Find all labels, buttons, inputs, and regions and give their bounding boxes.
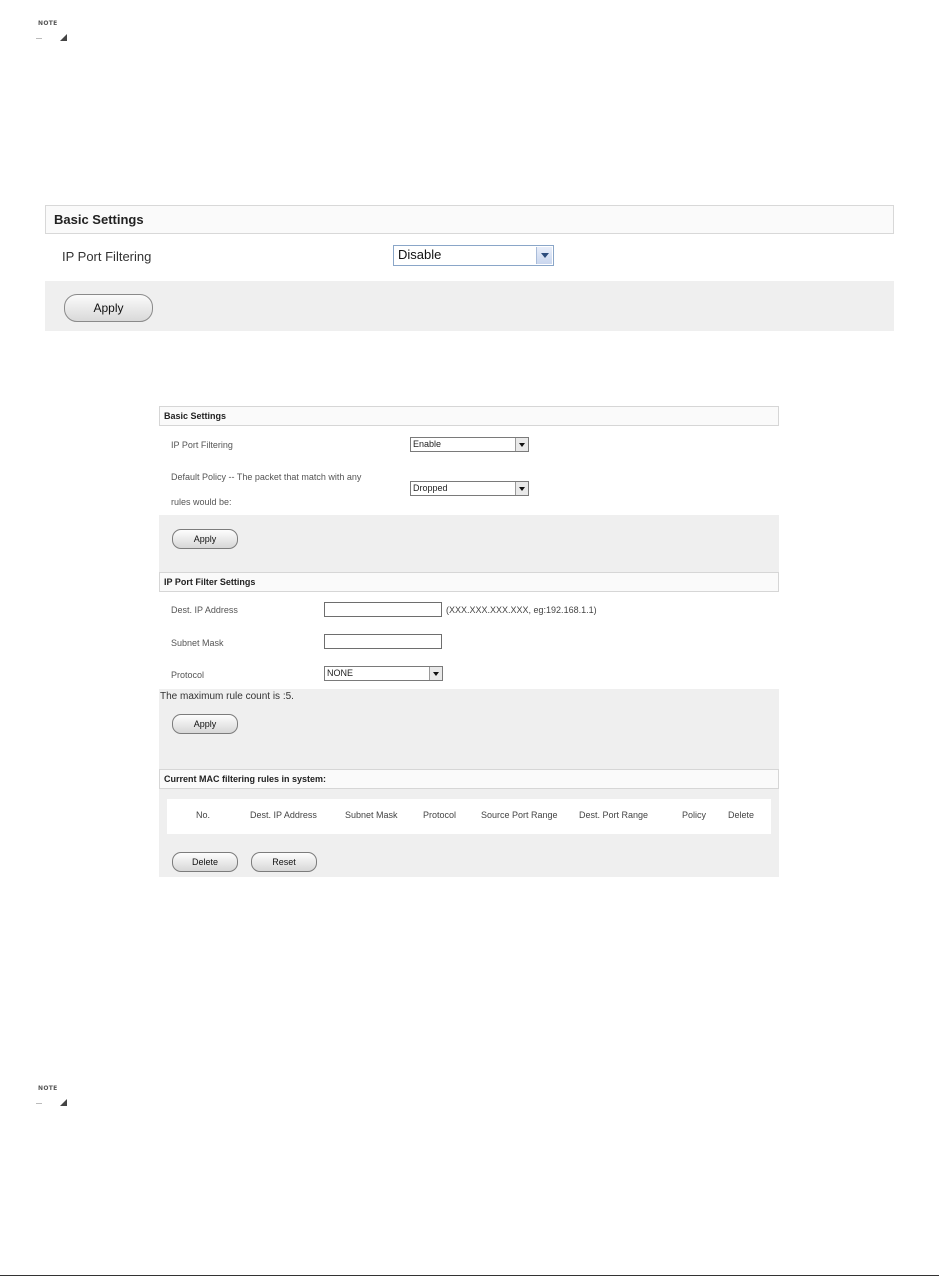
basic-settings-panel-large: Basic Settings IP Port Filtering Disable… [45, 205, 894, 331]
apply-button-label: Apply [93, 301, 124, 315]
chevron-down-icon[interactable] [515, 482, 528, 495]
basic-settings-title: Basic Settings [54, 212, 144, 227]
dest-ip-label: Dest. IP Address [171, 605, 238, 615]
rules-header: Current MAC filtering rules in system: [159, 769, 779, 789]
column-header: Dest. IP Address [250, 810, 317, 820]
basic-settings-title: Basic Settings [164, 411, 227, 421]
delete-button[interactable]: Delete [172, 852, 238, 872]
note-icon: NOTE [36, 1073, 76, 1113]
chevron-down-icon[interactable] [536, 247, 552, 264]
delete-button-label: Delete [191, 857, 218, 867]
note-icon-label: NOTE [38, 20, 58, 27]
note-icon: NOTE [36, 8, 76, 48]
ip-port-filtering-value: Disable [398, 247, 442, 262]
dest-ip-input[interactable] [324, 602, 442, 617]
apply-button[interactable]: Apply [172, 529, 238, 549]
page-bottom-rule [0, 1275, 939, 1276]
ip-port-filter-panel: Basic Settings IP Port Filtering Enable … [159, 406, 779, 877]
filter-settings-body: Dest. IP Address (XXX.XXX.XXX.XXX, eg:19… [159, 592, 779, 689]
column-header: No. [196, 810, 211, 820]
ip-port-filtering-label: IP Port Filtering [171, 440, 233, 450]
filter-settings-header: IP Port Filter Settings [159, 572, 779, 592]
basic-settings-header: Basic Settings [159, 406, 779, 426]
default-policy-label: Default Policy -- The packet that match … [171, 472, 362, 482]
protocol-value: NONE [327, 668, 354, 678]
filter-settings-title: IP Port Filter Settings [164, 577, 256, 587]
basic-settings-body: IP Port Filtering Enable Default Policy … [159, 426, 779, 515]
ip-port-filtering-select[interactable]: Disable [393, 245, 554, 266]
column-header: Delete [728, 810, 755, 820]
column-header: Policy [682, 810, 707, 820]
column-header: Source Port Range [481, 810, 558, 820]
apply-button-label: Apply [193, 719, 217, 729]
column-header: Subnet Mask [345, 810, 398, 820]
chevron-down-icon[interactable] [429, 667, 442, 680]
protocol-select[interactable]: NONE [324, 666, 443, 681]
column-header: Protocol [423, 810, 457, 820]
ip-port-filtering-row: IP Port Filtering Disable [45, 234, 894, 281]
basic-settings-header: Basic Settings [45, 205, 894, 234]
reset-button[interactable]: Reset [251, 852, 317, 872]
ip-port-filtering-value: Enable [413, 439, 442, 449]
apply-button-label: Apply [193, 534, 217, 544]
protocol-label: Protocol [171, 670, 205, 680]
rules-title: Current MAC filtering rules in system: [164, 774, 327, 784]
default-policy-value: Dropped [413, 483, 448, 493]
default-policy-select[interactable]: Dropped [410, 481, 529, 496]
note-icon-label: NOTE [38, 1085, 58, 1092]
basic-settings-footer: Apply [159, 515, 779, 572]
default-policy-label-cont: rules would be: [171, 497, 232, 507]
apply-button[interactable]: Apply [64, 294, 153, 322]
apply-button[interactable]: Apply [172, 714, 238, 734]
subnet-mask-label: Subnet Mask [171, 638, 224, 648]
dest-ip-hint: (XXX.XXX.XXX.XXX, eg:192.168.1.1) [446, 605, 597, 615]
chevron-down-icon[interactable] [515, 438, 528, 451]
column-header: Dest. Port Range [579, 810, 649, 820]
ip-port-filtering-select[interactable]: Enable [410, 437, 529, 452]
ip-port-filtering-label: IP Port Filtering [62, 249, 152, 264]
reset-button-label: Reset [272, 857, 296, 867]
subnet-mask-input[interactable] [324, 634, 442, 649]
max-rule-count-text: The maximum rule count is :5. [160, 691, 294, 702]
basic-settings-footer: Apply [45, 281, 894, 331]
filter-settings-footer: The maximum rule count is :5. Apply [159, 689, 779, 769]
